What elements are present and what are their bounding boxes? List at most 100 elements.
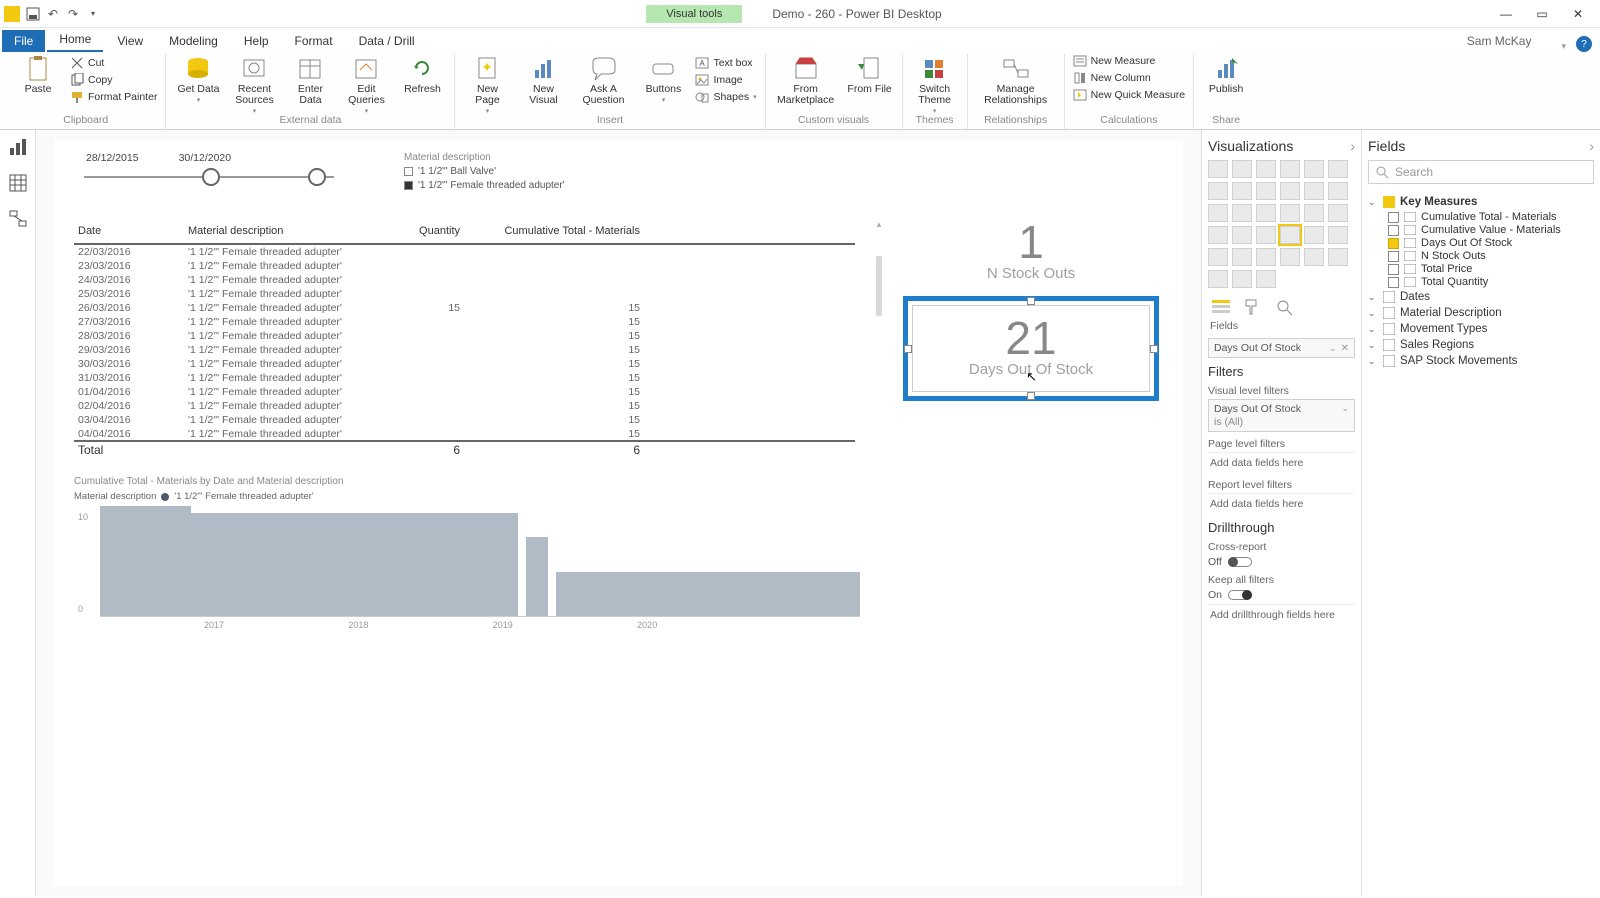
help-icon[interactable]: ? — [1576, 36, 1592, 52]
viz-matrix[interactable] — [1256, 248, 1276, 266]
new-quick-measure-button[interactable]: New Quick Measure — [1073, 88, 1186, 102]
expand-icon[interactable]: ⌄ — [1368, 308, 1378, 319]
new-measure-button[interactable]: New Measure — [1073, 54, 1186, 68]
copy-button[interactable]: Copy — [70, 73, 157, 87]
pill-remove-icon[interactable]: ✕ — [1341, 343, 1349, 354]
viz-line[interactable] — [1208, 182, 1228, 200]
viz-gauge[interactable] — [1256, 226, 1276, 244]
viz-area[interactable] — [1232, 182, 1252, 200]
pill-chevron-icon[interactable]: ⌄ — [1329, 343, 1337, 353]
page-filters-dropzone[interactable]: Add data fields here — [1208, 452, 1355, 473]
report-filters-dropzone[interactable]: Add data fields here — [1208, 493, 1355, 514]
undo-icon[interactable]: ↶ — [46, 7, 60, 21]
table-row[interactable]: 26/03/2016'1 1/2"' Female threaded adupt… — [74, 301, 855, 315]
table-movement-types[interactable]: ⌄Movement Types — [1368, 321, 1594, 337]
viz-funnel[interactable] — [1232, 226, 1252, 244]
viz-multirow-card[interactable] — [1304, 226, 1324, 244]
scroll-up-icon[interactable]: ▴ — [877, 219, 882, 230]
refresh-button[interactable]: Refresh — [398, 54, 446, 95]
report-view-icon[interactable] — [9, 138, 27, 156]
cut-button[interactable]: Cut — [70, 56, 157, 70]
card-n-stock-outs[interactable]: 1 N Stock Outs — [903, 219, 1159, 282]
viz-kpi[interactable] — [1328, 226, 1348, 244]
viz-stacked-bar[interactable] — [1208, 160, 1228, 178]
slicer-handle-left[interactable] — [202, 168, 220, 186]
table-row[interactable]: 24/03/2016'1 1/2"' Female threaded adupt… — [74, 273, 855, 287]
signed-in-user[interactable]: Sam McKay — [1455, 30, 1560, 52]
col-cumulative[interactable]: Cumulative Total - Materials — [464, 219, 644, 243]
col-quantity[interactable]: Quantity — [384, 219, 464, 243]
format-tab-icon[interactable] — [1242, 298, 1264, 316]
expand-icon[interactable]: ⌄ — [1368, 324, 1378, 335]
table-dates[interactable]: ⌄Dates — [1368, 289, 1594, 305]
ask-question-button[interactable]: Ask A Question — [575, 54, 631, 106]
table-sales-regions[interactable]: ⌄Sales Regions — [1368, 337, 1594, 353]
col-date[interactable]: Date — [74, 219, 184, 243]
fields-tab-icon[interactable] — [1210, 298, 1232, 316]
legend-item-1[interactable]: '1 1/2"' Ball Valve' — [404, 166, 565, 177]
table-row[interactable]: 01/04/2016'1 1/2"' Female threaded adupt… — [74, 385, 855, 399]
viz-qna[interactable] — [1232, 270, 1252, 288]
visual-filter-pill[interactable]: Days Out Of Stock⌄ is (All) — [1208, 399, 1355, 432]
new-page-button[interactable]: ✦New Page▾ — [463, 54, 511, 115]
qat-dropdown-icon[interactable]: ▾ — [86, 7, 100, 21]
manage-relationships-button[interactable]: Manage Relationships — [976, 54, 1056, 106]
table-row[interactable]: 03/04/2016'1 1/2"' Female threaded adupt… — [74, 413, 855, 427]
viz-100-column[interactable] — [1328, 160, 1348, 178]
viz-stacked-column[interactable] — [1232, 160, 1252, 178]
table-sap-stock[interactable]: ⌄SAP Stock Movements — [1368, 353, 1594, 369]
tab-format[interactable]: Format — [283, 30, 345, 52]
collapse-viz-icon[interactable]: › — [1350, 138, 1355, 154]
field-n-stock-outs[interactable]: N Stock Outs — [1368, 250, 1594, 262]
viz-more[interactable] — [1256, 270, 1276, 288]
viz-clustered-column[interactable] — [1280, 160, 1300, 178]
tab-view[interactable]: View — [105, 30, 155, 52]
tab-help[interactable]: Help — [232, 30, 281, 52]
tab-data-drill[interactable]: Data / Drill — [347, 30, 427, 52]
close-button[interactable]: ✕ — [1566, 7, 1590, 21]
slicer-handle-right[interactable] — [308, 168, 326, 186]
field-cum-value[interactable]: Cumulative Value - Materials — [1368, 224, 1594, 236]
table-material-desc[interactable]: ⌄Material Description — [1368, 305, 1594, 321]
collapse-icon[interactable]: ⌄ — [1368, 197, 1378, 208]
viz-line-clustered[interactable] — [1304, 182, 1324, 200]
table-row[interactable]: 29/03/2016'1 1/2"' Female threaded adupt… — [74, 343, 855, 357]
filter-expand-icon[interactable]: ⌄ — [1341, 403, 1349, 415]
col-material[interactable]: Material description — [184, 219, 384, 243]
field-total-price[interactable]: Total Price — [1368, 263, 1594, 275]
new-visual-button[interactable]: New Visual — [519, 54, 567, 106]
viz-table[interactable] — [1232, 248, 1252, 266]
viz-py[interactable] — [1304, 248, 1324, 266]
cross-report-toggle[interactable] — [1228, 557, 1252, 567]
buttons-button[interactable]: Buttons▾ — [639, 54, 687, 104]
model-view-icon[interactable] — [9, 210, 27, 228]
recent-sources-button[interactable]: Recent Sources▾ — [230, 54, 278, 115]
tab-home[interactable]: Home — [47, 28, 103, 52]
table-scrollbar[interactable]: ▴ — [873, 219, 885, 437]
redo-icon[interactable]: ↷ — [66, 7, 80, 21]
card-days-out-of-stock[interactable]: 21 Days Out Of Stock ↖ — [903, 296, 1159, 401]
viz-pie[interactable] — [1256, 204, 1276, 222]
save-icon[interactable] — [26, 7, 40, 21]
slicer-track[interactable] — [84, 176, 334, 178]
legend-visual[interactable]: Material description '1 1/2"' Ball Valve… — [404, 152, 565, 191]
table-row[interactable]: 22/03/2016'1 1/2"' Female threaded adupt… — [74, 245, 855, 259]
fields-search[interactable]: Search — [1368, 160, 1594, 184]
tab-modeling[interactable]: Modeling — [157, 30, 230, 52]
area-chart[interactable]: Cumulative Total - Materials by Date and… — [74, 476, 1163, 616]
new-column-button[interactable]: New Column — [1073, 71, 1186, 85]
user-chevron-icon[interactable]: ▾ — [1561, 41, 1574, 52]
field-pill-days-out[interactable]: Days Out Of Stock ⌄✕ — [1208, 338, 1355, 358]
get-data-button[interactable]: Get Data▾ — [174, 54, 222, 104]
from-marketplace-button[interactable]: From Marketplace — [774, 54, 838, 106]
minimize-button[interactable]: — — [1494, 7, 1518, 21]
viz-clustered-bar[interactable] — [1256, 160, 1276, 178]
field-total-quantity[interactable]: Total Quantity — [1368, 276, 1594, 288]
data-table[interactable]: Date Material description Quantity Cumul… — [74, 219, 855, 458]
textbox-button[interactable]: AText box — [695, 56, 756, 70]
table-row[interactable]: 30/03/2016'1 1/2"' Female threaded adupt… — [74, 357, 855, 371]
legend-item-2[interactable]: '1 1/2"' Female threaded adupter' — [404, 180, 565, 191]
viz-treemap[interactable] — [1304, 204, 1324, 222]
viz-donut[interactable] — [1280, 204, 1300, 222]
data-view-icon[interactable] — [9, 174, 27, 192]
